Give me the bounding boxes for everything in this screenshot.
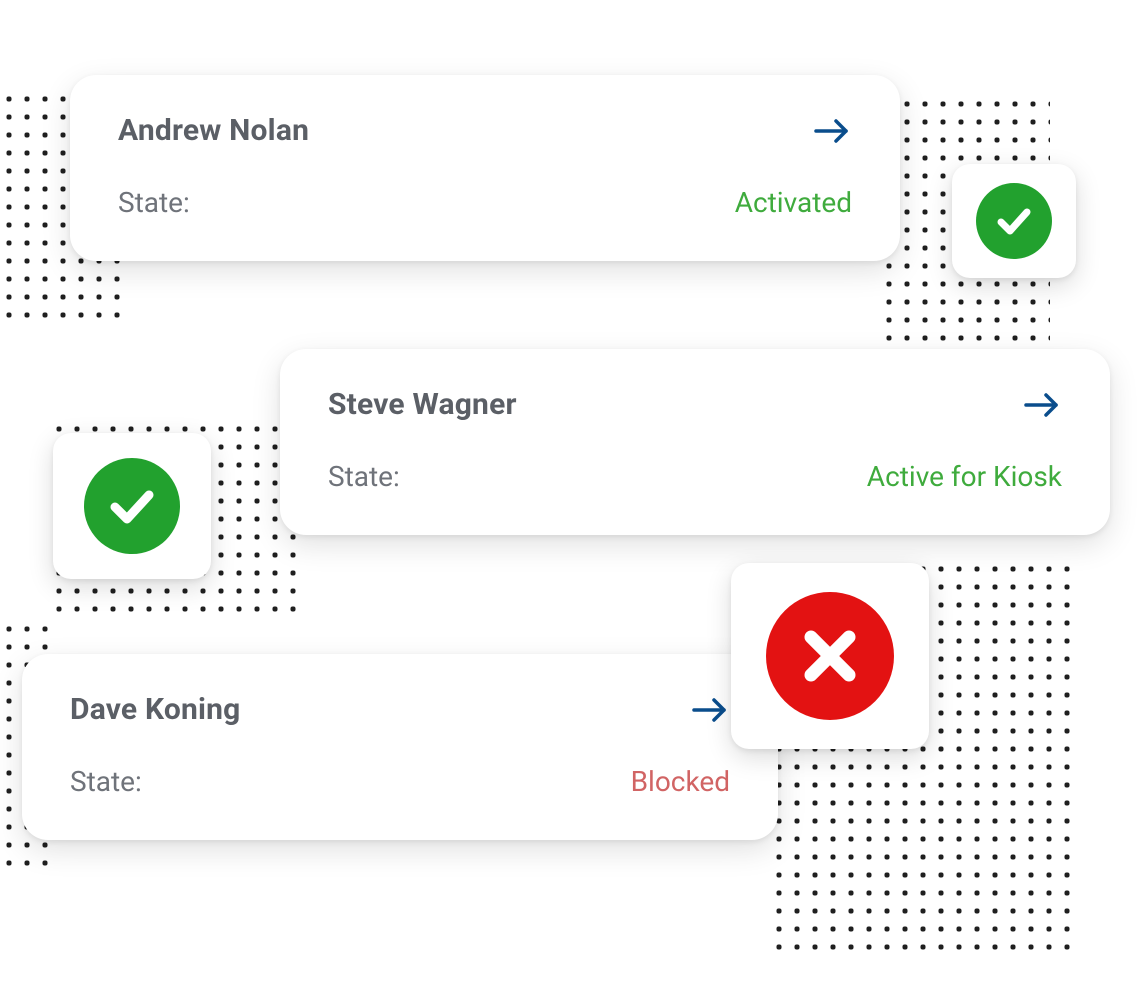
check-icon — [976, 183, 1052, 259]
arrow-right-icon[interactable] — [690, 695, 730, 725]
state-value: Activated — [735, 186, 852, 219]
cross-icon — [766, 592, 894, 720]
state-value: Blocked — [631, 765, 730, 798]
user-name: Dave Koning — [70, 692, 241, 727]
state-label: State: — [328, 460, 400, 493]
state-value: Active for Kiosk — [867, 460, 1062, 493]
user-card[interactable]: Andrew Nolan State: Activated — [70, 75, 900, 261]
state-label: State: — [118, 186, 190, 219]
user-card[interactable]: Dave Koning State: Blocked — [22, 654, 778, 840]
user-name: Steve Wagner — [328, 387, 517, 422]
status-badge — [952, 164, 1076, 278]
check-icon — [84, 458, 180, 554]
user-name: Andrew Nolan — [118, 113, 309, 148]
state-label: State: — [70, 765, 142, 798]
status-badge — [731, 563, 929, 749]
arrow-right-icon[interactable] — [812, 116, 852, 146]
status-badge — [53, 433, 211, 579]
arrow-right-icon[interactable] — [1022, 390, 1062, 420]
user-card[interactable]: Steve Wagner State: Active for Kiosk — [280, 349, 1110, 535]
